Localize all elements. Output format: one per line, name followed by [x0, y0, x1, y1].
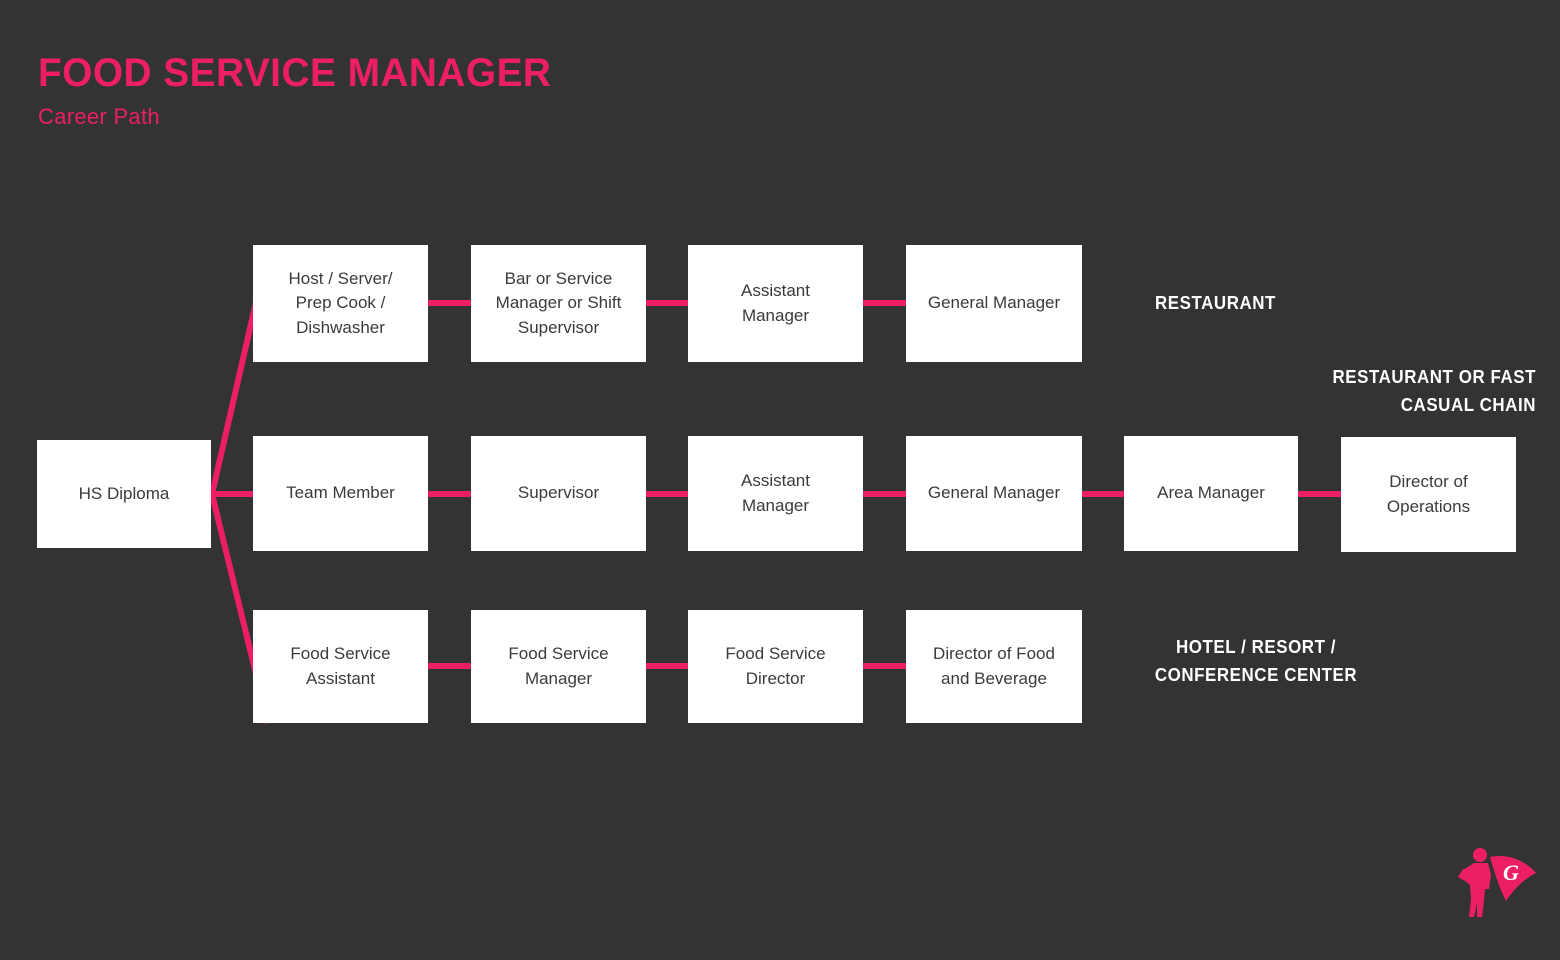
node-top-general-manager[interactable]: General Manager: [906, 245, 1082, 362]
node-middle-team-member[interactable]: Team Member: [253, 436, 428, 551]
node-top-bar-or-service-manager-or-shift-supervisor[interactable]: Bar or Service Manager or Shift Supervis…: [471, 245, 646, 362]
node-top-assistant-manager[interactable]: Assistant Manager: [688, 245, 863, 362]
logo-body: [1462, 863, 1491, 917]
node-bottom-food-service-assistant[interactable]: Food Service Assistant: [253, 610, 428, 723]
logo-letter: G: [1503, 860, 1519, 885]
node-bottom-food-service-director[interactable]: Food Service Director: [688, 610, 863, 723]
logo-head: [1473, 848, 1487, 862]
stream-label-hotel-resort-conference-center: HOTEL / RESORT / CONFERENCE CENTER: [1154, 637, 1358, 685]
node-bottom-director-of-food-and-beverage[interactable]: Director of Food and Beverage: [906, 610, 1082, 723]
node-middle-general-manager[interactable]: General Manager: [906, 436, 1082, 551]
node-top-host-server-prep-cook-dishwasher[interactable]: Host / Server/ Prep Cook / Dishwasher: [253, 245, 428, 362]
node-middle-area-manager[interactable]: Area Manager: [1124, 436, 1298, 551]
node-hs-diploma[interactable]: HS Diploma: [37, 440, 211, 548]
node-middle-assistant-manager[interactable]: Assistant Manager: [688, 436, 863, 551]
node-bottom-food-service-manager[interactable]: Food Service Manager: [471, 610, 646, 723]
stream-label-restaurant-or-fast-casual-chain: RESTAURANT OR FAST CASUAL CHAIN: [1332, 367, 1536, 415]
stream-label-restaurant: RESTAURANT: [1155, 293, 1276, 313]
career-path-diagram: HS Diploma Host / Server/ Prep Cook / Di…: [0, 0, 1560, 960]
node-middle-supervisor[interactable]: Supervisor: [471, 436, 646, 551]
superhero-logo: G: [1458, 848, 1536, 917]
node-middle-director-of-operations[interactable]: Director of Operations: [1341, 437, 1516, 552]
